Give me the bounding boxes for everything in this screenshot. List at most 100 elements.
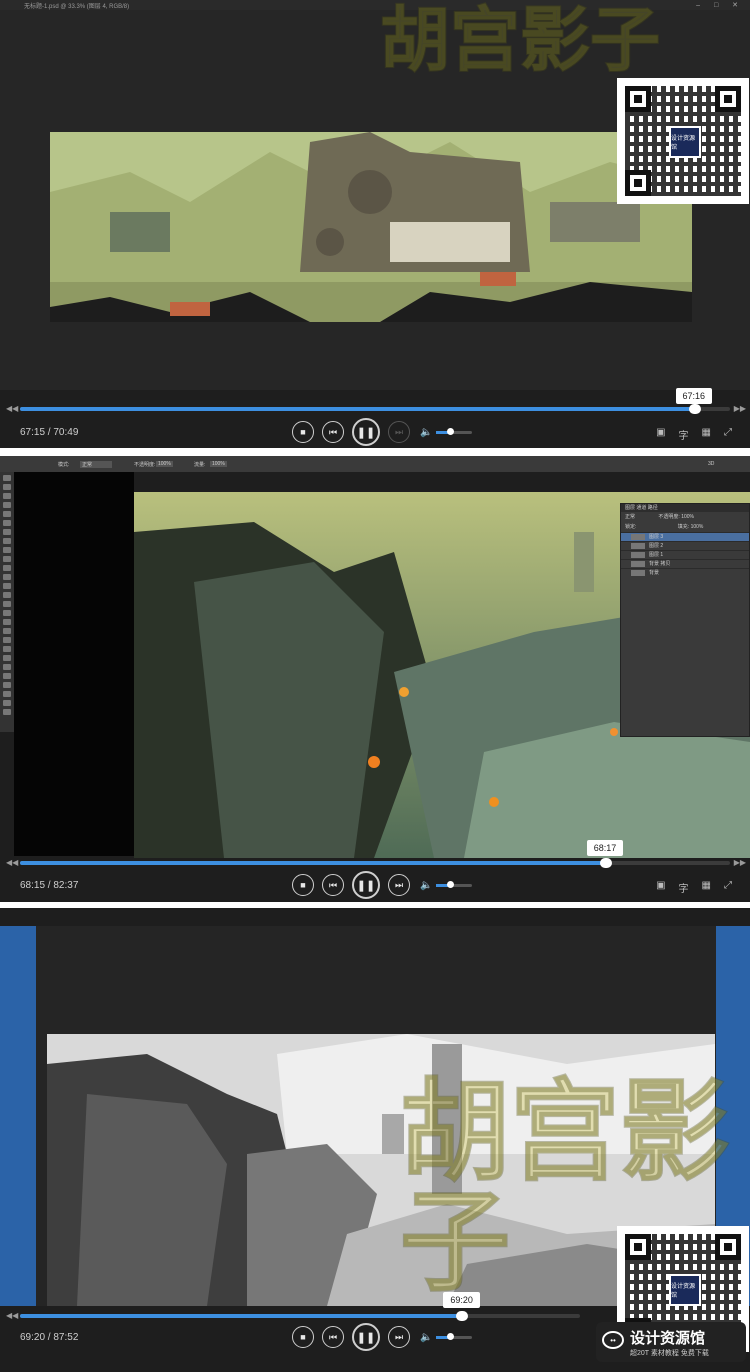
- layer-item[interactable]: 背景 拷贝: [621, 559, 749, 568]
- screenshot-icon[interactable]: ▣: [656, 880, 665, 895]
- layer-filter[interactable]: 正常 不透明度: 100%: [621, 512, 749, 522]
- fullscreen-icon[interactable]: ⤢: [724, 880, 732, 895]
- brand-badge: •• 设计资源馆 超20T 素材教程 免费下载: [596, 1322, 746, 1362]
- time-tooltip: 67:16: [675, 388, 713, 404]
- pause-button[interactable]: ❚❚: [352, 1323, 380, 1351]
- layer-opacity-label: 不透明度:: [658, 514, 680, 520]
- opacity-label: 不透明度:: [134, 462, 156, 468]
- layer-lock-row: 锁定: 填充: 100%: [621, 522, 749, 532]
- time-total: 82:37: [53, 880, 79, 891]
- playback-controls: ■ ⏮ ❚❚ ⏭ 🔈: [292, 418, 473, 446]
- progress-handle[interactable]: [599, 858, 612, 868]
- qr-code: 设计资源馆: [617, 78, 749, 204]
- volume-slider[interactable]: [436, 1332, 473, 1340]
- photoshop-options-bar: 模式: 正常 不透明度: 100% 流量: 100% 3D: [0, 456, 750, 472]
- progress-scrubber[interactable]: [20, 404, 730, 414]
- volume-icon[interactable]: 🔈: [420, 427, 432, 438]
- window-controls[interactable]: – □ ✕: [696, 1, 744, 9]
- fullscreen-icon[interactable]: ⤢: [724, 427, 732, 442]
- photoshop-toolbar[interactable]: [0, 472, 14, 732]
- time-display: 69:20 / 87:52: [20, 1332, 78, 1343]
- screenshot-icon[interactable]: ▣: [656, 427, 665, 442]
- seek-forward-icon[interactable]: ▶▶: [734, 858, 746, 867]
- subtitle-icon[interactable]: 字: [679, 880, 689, 895]
- volume-icon[interactable]: 🔈: [420, 880, 432, 891]
- video-player-2: 模式: 正常 不透明度: 100% 流量: 100% 3D 图层 通道 路径 正…: [0, 456, 750, 902]
- playlist-icon[interactable]: ▦: [702, 427, 711, 442]
- time-tooltip: 68:17: [586, 840, 624, 856]
- previous-button[interactable]: ⏮: [322, 874, 344, 896]
- volume-control[interactable]: 🔈: [420, 427, 473, 438]
- player-right-tools: ▣ 字 ▦ ⤢: [656, 880, 732, 895]
- layer-blend-mode[interactable]: 正常: [625, 514, 635, 520]
- seek-back-icon[interactable]: ◀◀: [6, 1311, 18, 1320]
- next-button[interactable]: ⏭: [388, 874, 410, 896]
- progress-scrubber[interactable]: [20, 858, 730, 868]
- playlist-icon[interactable]: ▦: [702, 880, 711, 895]
- pause-button[interactable]: ❚❚: [352, 871, 380, 899]
- time-total: 70:49: [53, 427, 79, 438]
- progress-fill: [20, 861, 606, 865]
- layer-item[interactable]: 图层 2: [621, 541, 749, 550]
- fill-value[interactable]: 100%: [691, 524, 704, 530]
- seek-back-icon[interactable]: ◀◀: [6, 858, 18, 867]
- mode-select[interactable]: 正常: [80, 461, 113, 468]
- layer-item[interactable]: 图层 1: [621, 550, 749, 559]
- time-current: 68:15: [20, 880, 46, 891]
- volume-slider[interactable]: [436, 427, 473, 435]
- brand-name: 设计资源馆: [630, 1330, 706, 1347]
- time-current: 67:15: [20, 427, 46, 438]
- workspace-select[interactable]: 3D: [708, 461, 714, 467]
- time-total: 87:52: [53, 1332, 79, 1343]
- subtitle-icon[interactable]: 字: [679, 427, 689, 442]
- progress-handle[interactable]: [688, 404, 701, 414]
- side-strip-left: [0, 926, 36, 1306]
- pause-button[interactable]: ❚❚: [352, 418, 380, 446]
- window-title: 无标题-1.psd @ 33.3% (图层 4, RGB/8): [24, 4, 130, 10]
- wechat-icon: ••: [602, 1331, 624, 1349]
- volume-slider[interactable]: [436, 880, 473, 888]
- volume-icon[interactable]: 🔈: [420, 1332, 432, 1343]
- playback-controls: ■ ⏮ ❚❚ ⏭ 🔈: [292, 1323, 473, 1351]
- stop-button[interactable]: ■: [292, 874, 314, 896]
- layers-tabs[interactable]: 图层 通道 路径: [621, 504, 749, 512]
- lock-label: 锁定:: [625, 524, 637, 530]
- qr-logo: 设计资源馆: [669, 1274, 701, 1306]
- previous-button[interactable]: ⏮: [322, 421, 344, 443]
- layer-item[interactable]: 图层 3: [621, 532, 749, 541]
- previous-button[interactable]: ⏮: [322, 1326, 344, 1348]
- player-right-tools: ▣ 字 ▦ ⤢: [656, 427, 732, 442]
- fill-label: 填充:: [677, 524, 690, 530]
- video-player-3: 胡宫影子 设计资源馆 ◀◀ 69:20 69:20 / 87:52 ■ ⏮ ❚❚…: [0, 908, 750, 1372]
- time-display: 67:15 / 70:49: [20, 427, 78, 438]
- seek-forward-icon[interactable]: ▶▶: [734, 404, 746, 413]
- layers-panel[interactable]: 图层 通道 路径 正常 不透明度: 100% 锁定: 填充: 100% 图层 3…: [620, 503, 750, 737]
- time-current: 69:20: [20, 1332, 46, 1343]
- progress-fill: [20, 1314, 463, 1318]
- opacity-field[interactable]: 100%: [156, 461, 173, 467]
- painting-wasteland: [50, 132, 692, 322]
- playback-controls: ■ ⏮ ❚❚ ⏭ 🔈: [292, 871, 473, 899]
- seek-back-icon[interactable]: ◀◀: [6, 404, 18, 413]
- time-tooltip: 69:20: [443, 1292, 480, 1308]
- next-button[interactable]: ⏭: [388, 1326, 410, 1348]
- stop-button[interactable]: ■: [292, 1326, 314, 1348]
- video-player-1: 无标题-1.psd @ 33.3% (图层 4, RGB/8) – □ ✕ 胡宫…: [0, 0, 750, 450]
- watermark-text: 胡宫影子: [379, 1, 661, 79]
- canvas-pasteboard: [14, 472, 134, 856]
- progress-handle[interactable]: [456, 1311, 469, 1321]
- layer-item[interactable]: 背景: [621, 568, 749, 577]
- layer-opacity-value[interactable]: 100%: [681, 514, 694, 520]
- progress-scrubber[interactable]: [20, 1311, 580, 1321]
- next-button[interactable]: ⏭: [388, 421, 410, 443]
- stop-button[interactable]: ■: [292, 421, 314, 443]
- volume-control[interactable]: 🔈: [420, 880, 473, 891]
- qr-logo: 设计资源馆: [669, 126, 701, 158]
- mode-label: 模式:: [58, 462, 70, 468]
- progress-fill: [20, 407, 695, 411]
- flow-label: 流量:: [194, 462, 206, 468]
- brand-slogan: 超20T 素材教程 免费下载: [630, 1350, 709, 1357]
- volume-control[interactable]: 🔈: [420, 1332, 473, 1343]
- time-display: 68:15 / 82:37: [20, 880, 78, 891]
- flow-field[interactable]: 100%: [210, 461, 227, 467]
